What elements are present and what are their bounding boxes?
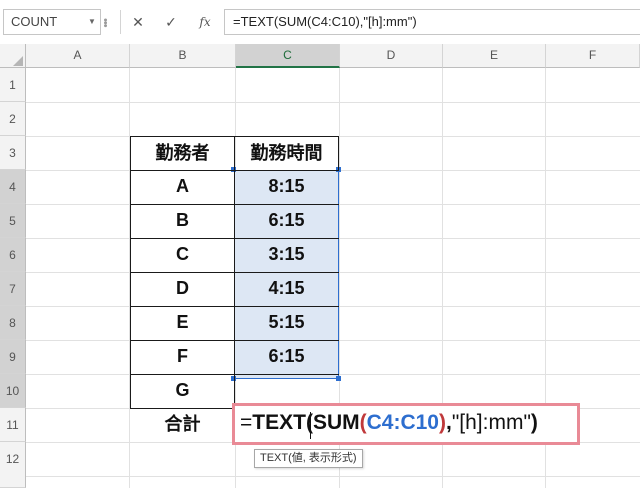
row-header-9[interactable]: 9 [0,340,26,374]
formula-text: =TEXT(SUM(C4:C10),"[h]:mm") [233,14,417,29]
header-hours-label: 勤務時間 [250,143,323,164]
row-header-2[interactable]: 2 [0,102,26,136]
header-cell-hours[interactable]: 勤務時間 [234,136,339,171]
worker-cell[interactable]: E [130,306,235,341]
formula-close-paren: ) [530,411,538,434]
row-header-8[interactable]: 8 [0,306,26,340]
column-header-d[interactable]: D [340,44,443,68]
column-header-c[interactable]: C [236,44,340,68]
hours-cell[interactable]: 4:15 [234,272,339,307]
worker-cell[interactable]: D [130,272,235,307]
column-header-e[interactable]: E [443,44,546,68]
column-header-a[interactable]: A [26,44,130,68]
worker-cell[interactable]: F [130,340,235,375]
row-header-5[interactable]: 5 [0,204,26,238]
row-header-12[interactable]: 12 [0,442,26,488]
row-header-11[interactable]: 11 [0,408,26,442]
hours-cell[interactable]: 6:15 [234,204,339,239]
formula-bar-divider [120,10,121,34]
header-cell-worker[interactable]: 勤務者 [130,136,235,171]
in-cell-formula[interactable]: =TEXT(SUM(C4:C10),"[h]:mm") [240,408,538,438]
formula-func-text: TEXT [252,411,306,434]
formula-format-arg: "[h]:mm" [451,411,531,434]
function-argument-tooltip[interactable]: TEXT(値, 表示形式) [254,449,363,468]
formula-range-ref: C4:C10 [366,411,439,434]
total-label: 合計 [164,414,201,435]
formula-input[interactable]: =TEXT(SUM(C4:C10),"[h]:mm") [224,9,640,35]
text-caret [310,412,311,439]
hours-cell[interactable]: 3:15 [234,238,339,273]
formula-equals: = [240,411,253,434]
header-worker-label: 勤務者 [155,143,210,164]
worker-cell[interactable]: C [130,238,235,273]
row-header-3[interactable]: 3 [0,136,26,170]
insert-function-icon[interactable]: fx [194,9,216,35]
enter-check-icon[interactable]: ✓ [160,9,182,35]
worker-cell[interactable]: B [130,204,235,239]
column-header-f[interactable]: F [546,44,640,68]
hours-cell[interactable]: 5:15 [234,306,339,341]
formula-func-sum: SUM [312,411,360,434]
total-label-cell[interactable]: 合計 [130,408,235,442]
formula-inner-close-paren: ) [438,411,446,434]
name-box-value: COUNT [11,14,58,29]
worker-cell[interactable]: G [130,374,235,409]
formula-inner-open-paren: ( [359,411,367,434]
tooltip-text: TEXT(値, 表示形式) [260,452,357,464]
gridline [26,476,640,477]
select-all-triangle-icon [13,56,23,66]
cancel-icon[interactable]: ✕ [127,9,149,35]
hours-cell[interactable]: 8:15 [234,170,339,205]
formula-bar-grip-icon[interactable]: ••• [99,9,118,35]
row-header-6[interactable]: 6 [0,238,26,272]
worker-cell[interactable]: A [130,170,235,205]
row-header-7[interactable]: 7 [0,272,26,306]
row-header-10[interactable]: 10 [0,374,26,408]
row-header-4[interactable]: 4 [0,170,26,204]
hours-cell[interactable]: 6:15 [234,340,339,375]
column-header-b[interactable]: B [130,44,236,68]
gridline [26,102,640,103]
row-header-1[interactable]: 1 [0,68,26,102]
